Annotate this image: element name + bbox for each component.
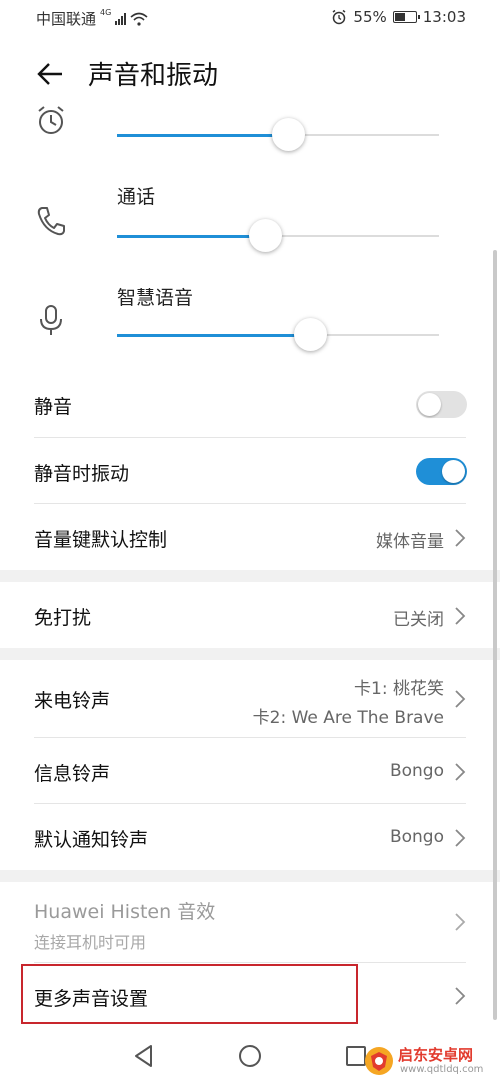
slider-fill: [117, 235, 266, 238]
vibrate-on-mute-label: 静音时振动: [34, 463, 130, 485]
slider-thumb[interactable]: [271, 118, 305, 151]
status-right: 55% 13:03: [331, 8, 466, 26]
arrow-left-icon: [37, 63, 62, 85]
dnd-value: 已关闭: [393, 610, 444, 630]
toggle-knob: [442, 460, 465, 483]
alarm-icon: [332, 9, 346, 25]
mute-row[interactable]: 静音: [0, 372, 500, 438]
battery-icon: [392, 11, 420, 23]
toggle-knob: [418, 393, 441, 416]
signal-icon: [115, 12, 127, 25]
dnd-row[interactable]: 免打扰 已关闭: [0, 582, 500, 648]
notification-tone-label: 默认通知铃声: [34, 829, 149, 851]
carrier-name: 中国联通: [36, 10, 97, 28]
section-gap: [0, 870, 500, 882]
phone-icon: [37, 207, 65, 236]
back-triangle-icon[interactable]: [131, 1043, 157, 1069]
ringtone-card2: 卡2: We Are The Brave: [252, 708, 444, 728]
highlight-annotation: [21, 964, 358, 1024]
ringtone-label: 来电铃声: [34, 690, 111, 712]
home-circle-icon[interactable]: [237, 1043, 263, 1069]
ringtone-card1: 卡1: 桃花笑: [354, 679, 444, 699]
chevron-right-icon: [455, 529, 466, 547]
wifi-icon: [130, 12, 148, 26]
dnd-label: 免打扰: [34, 607, 92, 629]
chevron-right-icon: [455, 690, 466, 708]
page-title: 声音和振动: [88, 61, 219, 91]
section-gap: [0, 570, 500, 582]
battery-percent: 55%: [353, 8, 387, 26]
scrollbar[interactable]: [493, 250, 497, 1020]
slider-fill: [117, 334, 311, 337]
volume-row-voice: 智慧语音: [0, 281, 500, 361]
watermark-shield-icon: [365, 1047, 393, 1075]
call-volume-slider[interactable]: [117, 219, 439, 252]
volume-key-value: 媒体音量: [376, 532, 444, 552]
chevron-right-icon: [455, 913, 466, 931]
network-type: 4G: [100, 8, 112, 17]
chevron-right-icon: [455, 607, 466, 625]
chevron-right-icon: [455, 829, 466, 847]
volume-key-row[interactable]: 音量键默认控制 媒体音量: [0, 504, 500, 570]
watermark-text: 启东安卓网: [398, 1046, 474, 1064]
status-bar: 中国联通 4G 55% 13:03: [0, 0, 500, 36]
slider-thumb[interactable]: [249, 219, 283, 252]
volume-key-label: 音量键默认控制: [34, 529, 168, 551]
voice-volume-label: 智慧语音: [117, 287, 194, 309]
chevron-right-icon: [455, 763, 466, 781]
header: 声音和振动: [0, 36, 500, 110]
notification-tone-row[interactable]: 默认通知铃声 Bongo: [0, 804, 500, 870]
vibrate-on-mute-toggle[interactable]: [416, 458, 467, 485]
vibrate-on-mute-row[interactable]: 静音时振动: [0, 438, 500, 504]
volume-row-call: 通话: [0, 180, 500, 260]
back-button[interactable]: [30, 54, 70, 94]
call-volume-label: 通话: [117, 186, 156, 208]
notification-tone-value: Bongo: [389, 827, 444, 847]
watermark-url: www.qdtldq.com: [400, 1064, 484, 1075]
mute-label: 静音: [34, 396, 73, 418]
chevron-right-icon: [455, 987, 466, 1005]
clock: 13:03: [422, 8, 466, 26]
message-tone-label: 信息铃声: [34, 763, 111, 785]
volume-row-alarm: [0, 100, 500, 160]
voice-volume-slider[interactable]: [117, 318, 439, 351]
ringtone-row[interactable]: 来电铃声 卡1: 桃花笑 卡2: We Are The Brave: [0, 660, 500, 738]
histen-sublabel: 连接耳机时可用: [34, 933, 147, 952]
histen-row: Huawei Histen 音效 连接耳机时可用: [0, 882, 500, 962]
histen-label: Huawei Histen 音效: [34, 901, 216, 923]
slider-thumb[interactable]: [294, 318, 328, 351]
message-tone-value: Bongo: [389, 761, 444, 781]
alarm-clock-icon: [38, 106, 64, 134]
microphone-icon: [40, 305, 62, 335]
section-gap: [0, 648, 500, 660]
slider-fill: [117, 134, 288, 137]
watermark-logo: 启东安卓网 www.qdtldq.com: [364, 1044, 496, 1080]
status-left: 中国联通 4G: [36, 8, 148, 29]
message-tone-row[interactable]: 信息铃声 Bongo: [0, 738, 500, 804]
mute-toggle[interactable]: [416, 391, 467, 418]
alarm-volume-slider[interactable]: [117, 118, 439, 151]
